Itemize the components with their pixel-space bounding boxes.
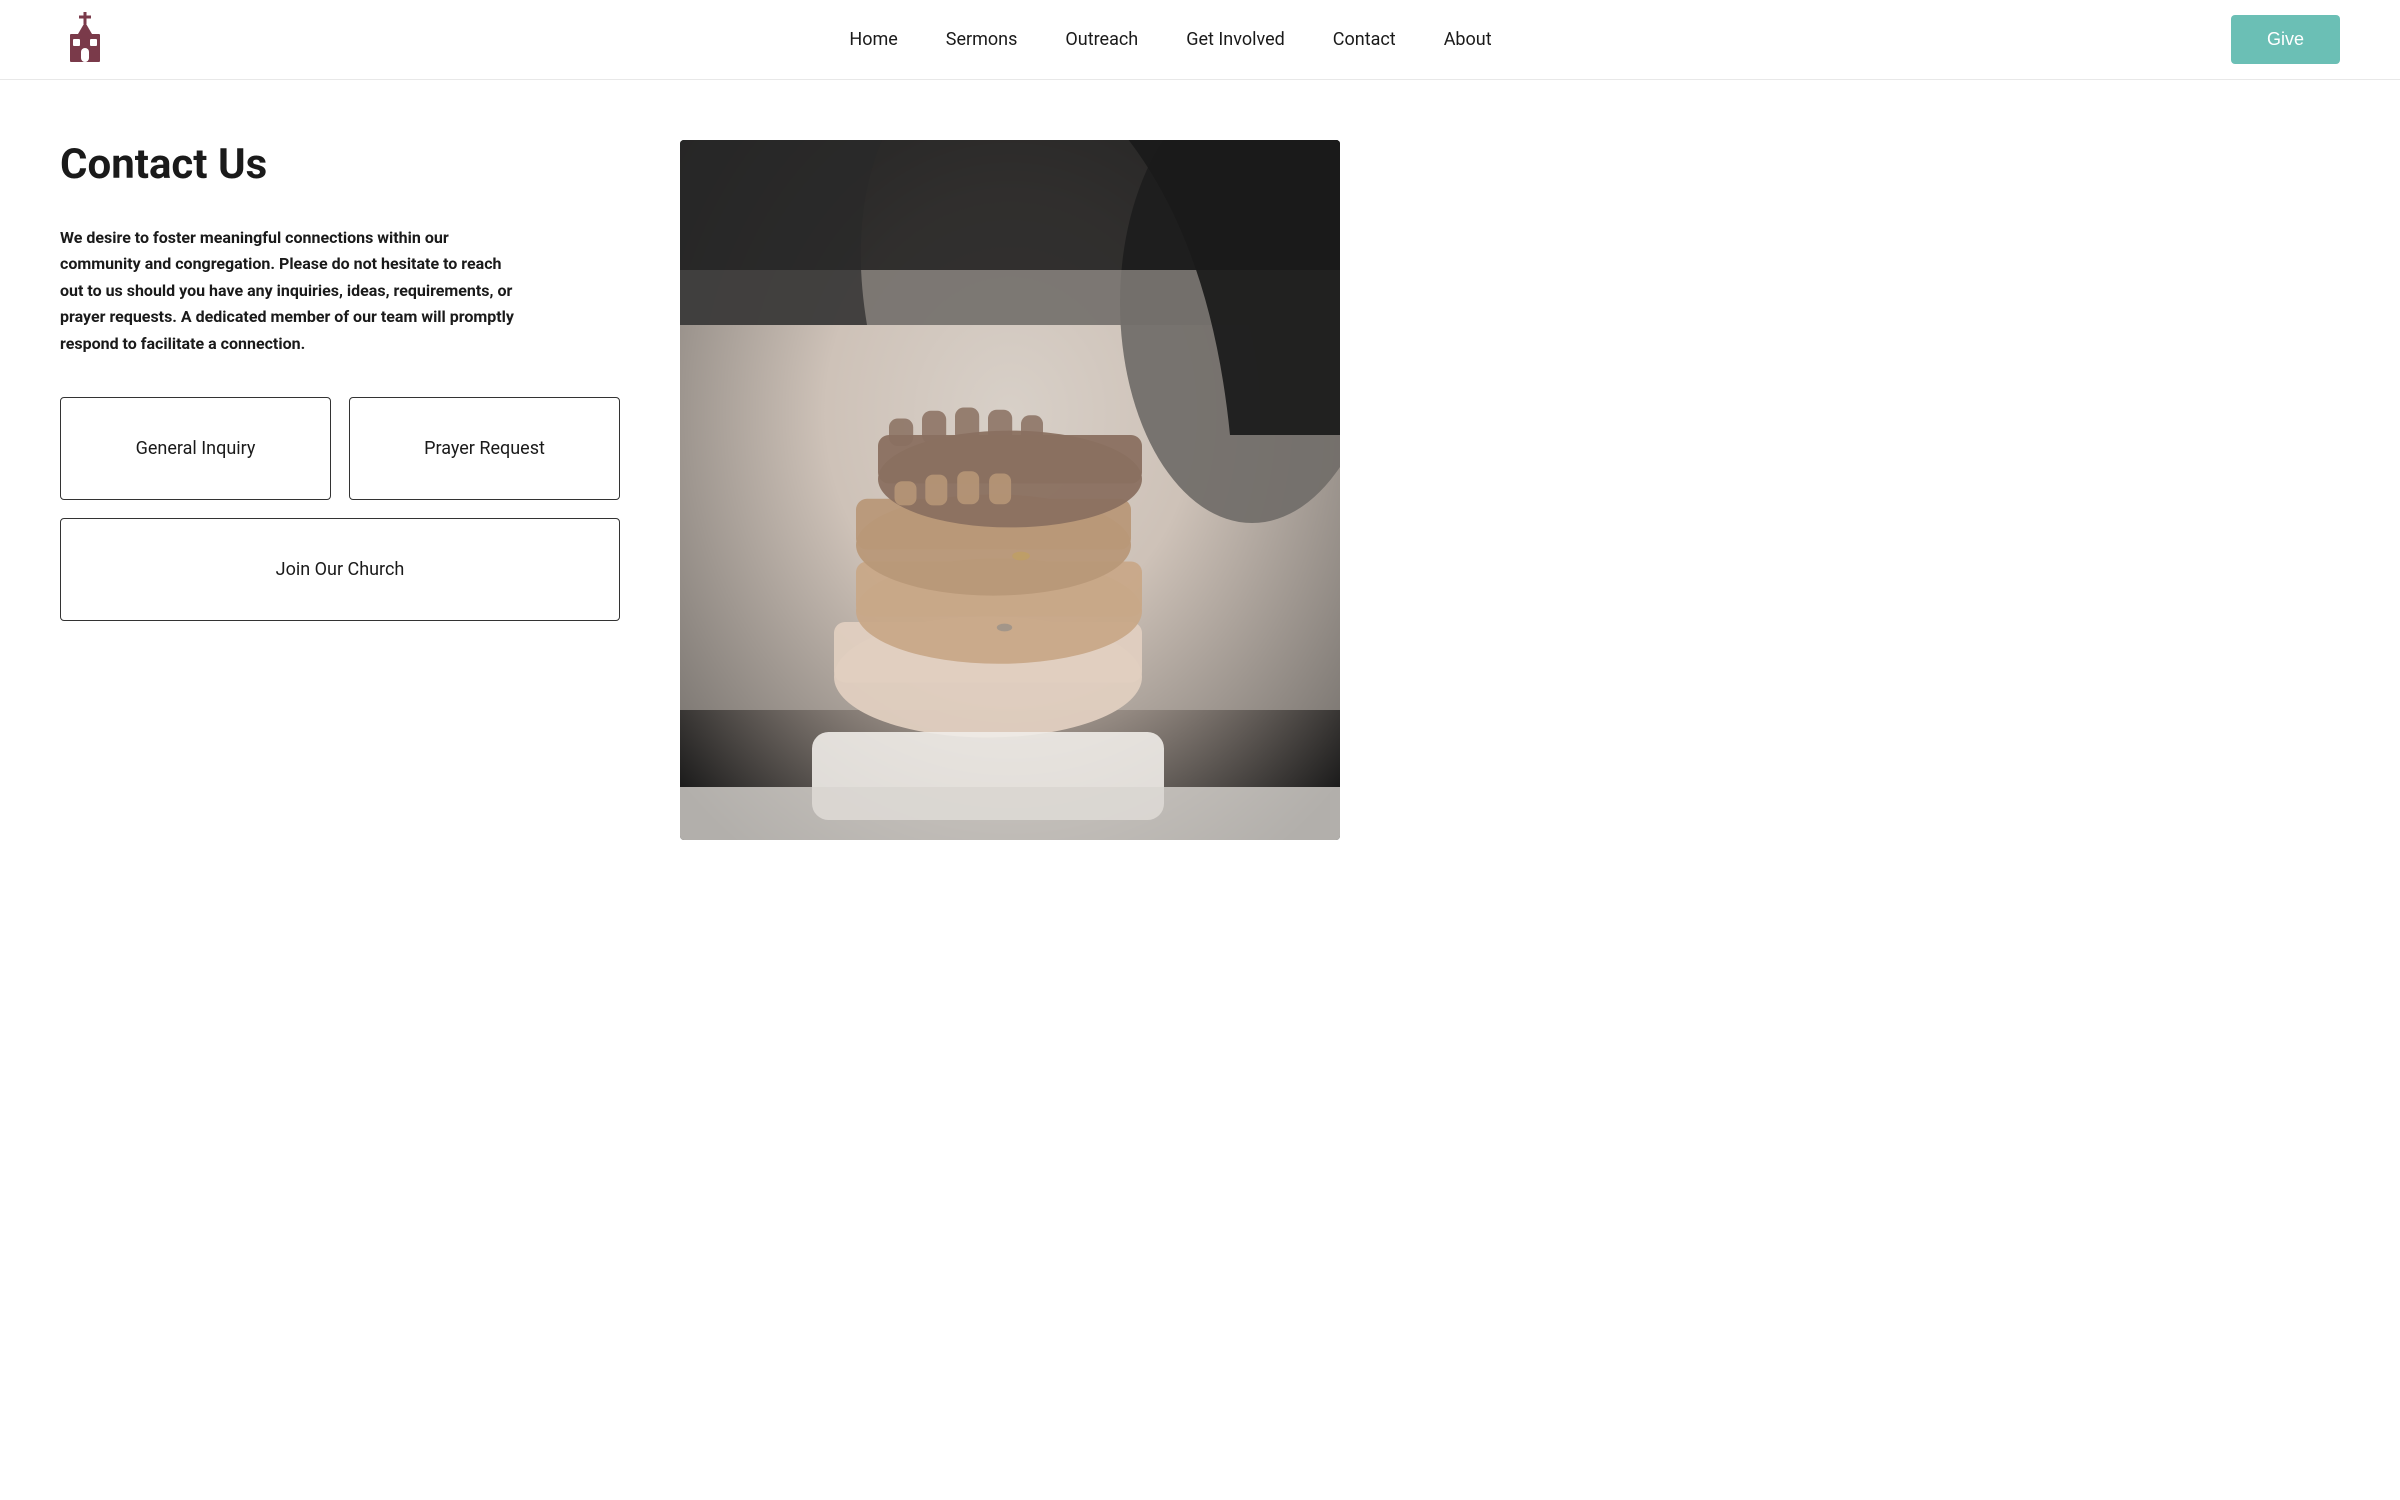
nav-contact[interactable]: Contact [1333, 29, 1396, 50]
nav-about[interactable]: About [1444, 29, 1492, 50]
prayer-request-card[interactable]: Prayer Request [349, 397, 620, 500]
navigation: Home Sermons Outreach Get Involved Conta… [0, 0, 2400, 80]
cards-top-row: General Inquiry Prayer Request [60, 397, 620, 500]
general-inquiry-card[interactable]: General Inquiry [60, 397, 331, 500]
nav-get-involved[interactable]: Get Involved [1186, 29, 1285, 50]
logo[interactable] [60, 12, 110, 67]
give-button[interactable]: Give [2231, 15, 2340, 64]
left-column: Contact Us We desire to foster meaningfu… [60, 140, 620, 840]
nav-links: Home Sermons Outreach Get Involved Conta… [849, 29, 1491, 50]
nav-sermons[interactable]: Sermons [946, 29, 1018, 50]
church-logo-icon [60, 12, 110, 67]
page-title: Contact Us [60, 140, 620, 189]
contact-image [680, 140, 1340, 840]
nav-outreach[interactable]: Outreach [1065, 29, 1138, 50]
join-church-card[interactable]: Join Our Church [60, 518, 620, 621]
right-column [680, 140, 1340, 840]
nav-home[interactable]: Home [849, 29, 897, 50]
contact-description: We desire to foster meaningful connectio… [60, 225, 520, 357]
page-content: Contact Us We desire to foster meaningfu… [0, 80, 1400, 900]
contact-cards: General Inquiry Prayer Request Join Our … [60, 397, 620, 621]
